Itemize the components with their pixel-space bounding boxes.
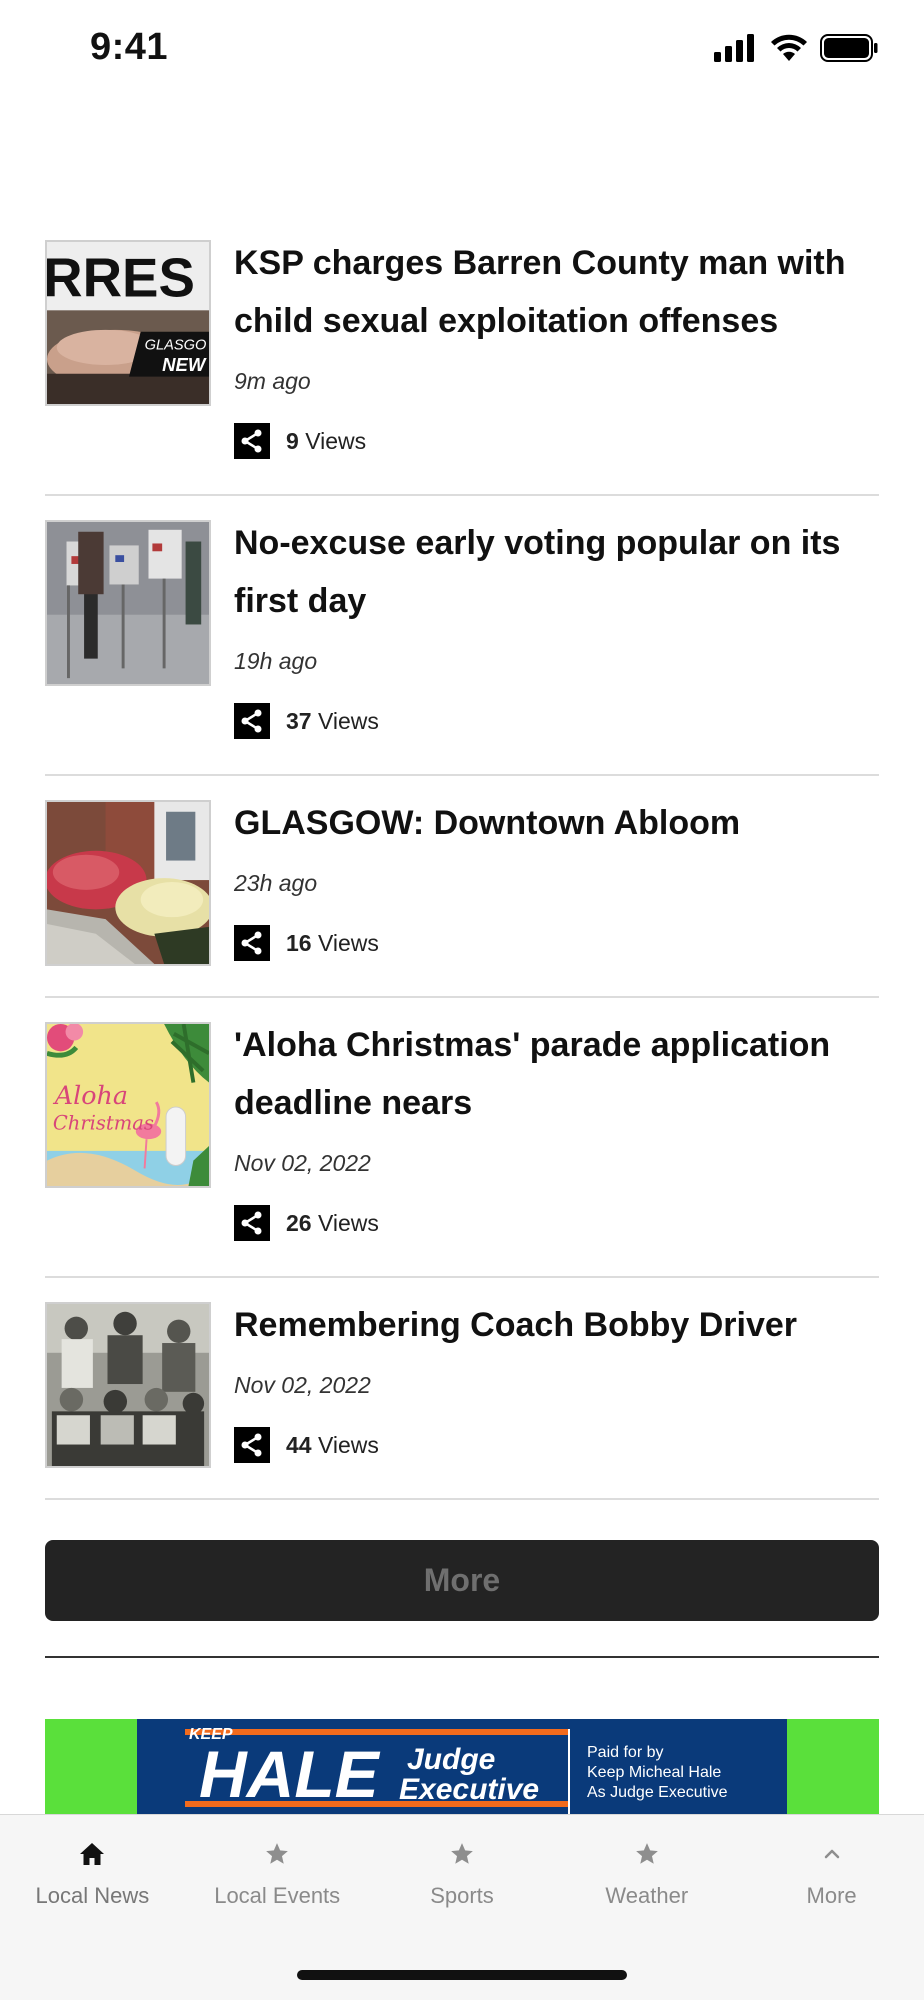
share-icon [241,931,262,955]
team-photo-image [47,1304,209,1466]
share-icon [241,429,262,453]
view-count-number: 16 [286,929,312,956]
signal-icon [714,34,754,62]
article-thumbnail[interactable] [45,800,211,966]
chevron-up-icon [824,1849,839,1859]
view-count-label: Views [317,1209,379,1236]
status-time: 9:41 [90,26,169,68]
ad-role-line2: Executive [399,1773,539,1806]
section-divider [45,1656,879,1658]
view-count-number: 44 [286,1431,312,1458]
ad-paid-line2: Keep Micheal Hale [587,1764,721,1781]
star-icon [635,1843,658,1864]
article-title[interactable]: Remembering Coach Bobby Driver [234,1296,879,1354]
status-bar: 9:41 [0,0,924,100]
tab-label: More [806,1883,857,1908]
article-item[interactable]: Remembering Coach Bobby Driver Nov 02, 2… [45,1278,879,1500]
article-item[interactable]: RRES GLASGO NEW KSP charges Barren Count… [45,228,879,496]
view-count: 26 Views [286,1210,379,1237]
article-thumbnail[interactable] [45,1302,211,1468]
more-button[interactable]: More [45,1540,879,1621]
share-button[interactable] [234,1427,270,1463]
view-count: 9 Views [286,428,366,455]
article-thumbnail[interactable]: Aloha Christmas [45,1022,211,1188]
share-button[interactable] [234,1205,270,1241]
tab-label: Sports [430,1883,494,1908]
article-timestamp: 23h ago [234,870,318,896]
ad-banner[interactable]: KEEP HALE Judge Executive Paid for by Ke… [45,1719,879,1814]
article-timestamp: Nov 02, 2022 [234,1150,371,1176]
ad-name-text: HALE [199,1737,381,1811]
article-item[interactable]: Aloha Christmas 'Aloha Christmas' parade… [45,998,879,1278]
article-item[interactable]: GLASGOW: Downtown Abloom 23h ago 16 View… [45,776,879,998]
article-title[interactable]: KSP charges Barren County man with child… [234,234,879,350]
view-count-number: 37 [286,707,312,734]
star-icon [266,1843,289,1864]
tab-local-news[interactable]: Local News [0,1815,185,1935]
share-icon [241,709,262,733]
share-button[interactable] [234,703,270,739]
hale-ad-graphic: KEEP HALE Judge Executive Paid for by Ke… [185,1726,728,1814]
view-count-label: Views [317,707,379,734]
ad-role-line1: Judge [407,1743,495,1776]
article-timestamp: Nov 02, 2022 [234,1372,371,1398]
thumb-text-glasgow: GLASGO [145,337,207,353]
ad-panel: KEEP HALE Judge Executive Paid for by Ke… [137,1719,787,1814]
tab-sports[interactable]: Sports [370,1815,555,1935]
tab-more[interactable]: More [739,1815,924,1935]
view-count: 37 Views [286,708,379,735]
view-count-number: 9 [286,427,299,454]
view-count: 16 Views [286,930,379,957]
article-title[interactable]: No-excuse early voting popular on its fi… [234,514,879,630]
tab-local-events[interactable]: Local Events [185,1815,370,1935]
tab-label: Local News [35,1883,150,1908]
article-timestamp: 19h ago [234,648,318,674]
share-icon [241,1211,262,1235]
view-count-number: 26 [286,1209,312,1236]
article-thumbnail[interactable] [45,520,211,686]
article-title[interactable]: 'Aloha Christmas' parade application dea… [234,1016,879,1132]
article-timestamp: 9m ago [234,368,311,394]
view-count-label: Views [305,427,367,454]
home-icon [80,1843,105,1865]
status-icons [714,34,878,62]
ad-paid-line1: Paid for by [587,1744,663,1761]
view-count: 44 Views [286,1432,379,1459]
arrest-image: RRES GLASGO NEW [47,242,209,404]
thumb-text-christmas: Christmas [53,1111,154,1134]
view-count-label: Views [317,1431,379,1458]
article-feed: RRES GLASGO NEW KSP charges Barren Count… [45,228,879,1500]
article-item[interactable]: No-excuse early voting popular on its fi… [45,496,879,776]
voting-booths-image [47,522,209,684]
share-icon [241,1433,262,1457]
ad-paid-line3: As Judge Executive [587,1784,728,1801]
article-thumbnail[interactable]: RRES GLASGO NEW [45,240,211,406]
flowers-image [47,802,209,964]
share-button[interactable] [234,423,270,459]
home-indicator [297,1970,627,1980]
aloha-christmas-image: Aloha Christmas [47,1024,209,1186]
tab-weather[interactable]: Weather [554,1815,739,1935]
battery-icon [820,34,878,62]
tab-label: Local Events [214,1883,341,1908]
thumb-text-arrest: RRES [47,248,195,309]
view-count-label: Views [317,929,379,956]
share-button[interactable] [234,925,270,961]
thumb-text-news: NEW [162,354,207,375]
wifi-icon [771,34,807,61]
thumb-text-aloha: Aloha [53,1080,128,1110]
article-title[interactable]: GLASGOW: Downtown Abloom [234,794,879,852]
star-icon [451,1843,473,1864]
tab-label: Weather [605,1883,689,1908]
